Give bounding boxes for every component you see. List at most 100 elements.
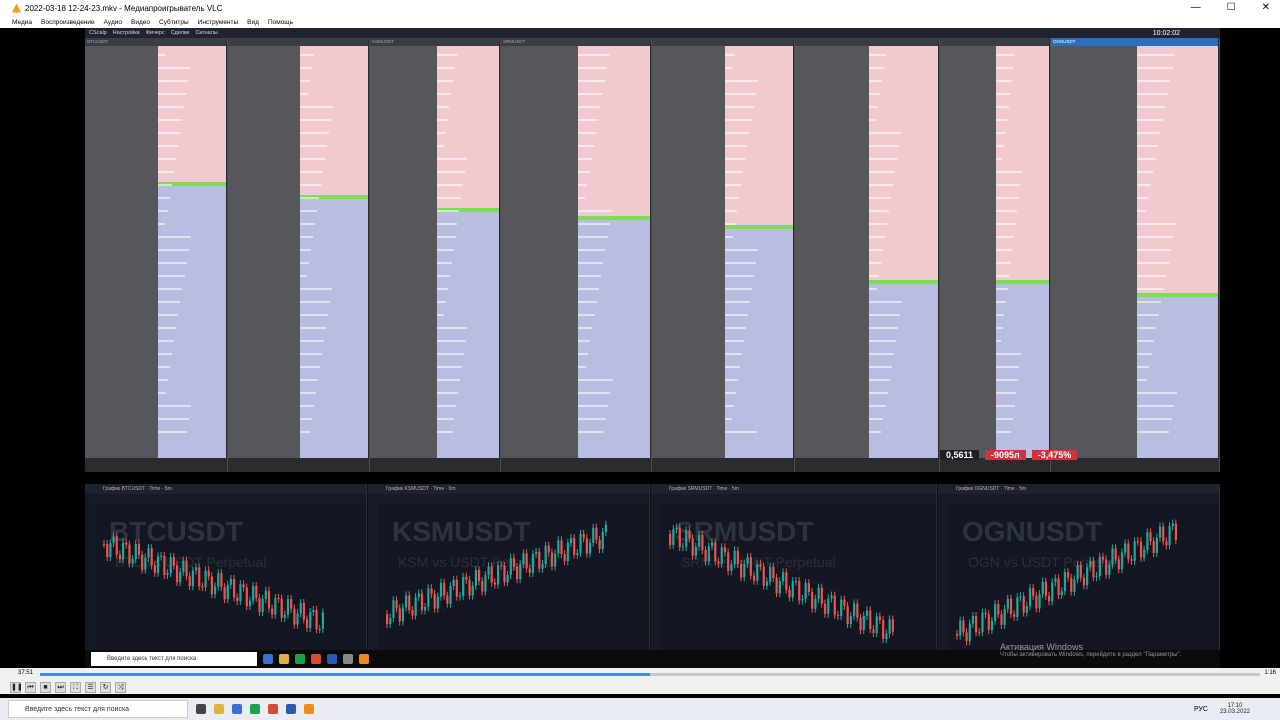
excel-icon[interactable] xyxy=(250,704,260,714)
volume-bar xyxy=(578,236,608,238)
previous-icon[interactable]: ⏮ xyxy=(25,681,36,693)
volume-bar xyxy=(996,145,1004,147)
word-icon[interactable] xyxy=(327,654,337,664)
playlist-button[interactable]: ☰ xyxy=(85,681,96,693)
candle-body xyxy=(978,632,981,634)
order-book-ladder[interactable] xyxy=(437,46,499,472)
dom-column[interactable] xyxy=(652,38,794,472)
menu-subtitles[interactable]: Субтитры xyxy=(159,19,189,26)
stop-button[interactable]: ■ xyxy=(40,681,51,693)
chart-toolbar[interactable] xyxy=(368,494,649,504)
candle-body xyxy=(125,542,128,545)
dom-tab[interactable] xyxy=(795,38,938,46)
volume-bar xyxy=(996,67,1014,69)
fullscreen-button[interactable]: ⛶ xyxy=(70,681,81,693)
column-stats xyxy=(228,458,368,472)
chart-drawing-tools[interactable] xyxy=(651,504,661,668)
inner-search-box[interactable]: Введите здесь текст для поиска xyxy=(91,652,257,666)
dom-tab[interactable]: BTCUSDT xyxy=(85,38,226,46)
chart-drawing-tools[interactable] xyxy=(85,504,95,668)
taskbar-search[interactable]: Введите здесь текст для поиска xyxy=(8,700,188,718)
seek-track[interactable] xyxy=(40,673,1260,676)
menu-video[interactable]: Видео xyxy=(131,19,150,26)
cscalp-menu-futures[interactable]: Фичерс xyxy=(146,30,165,36)
language-indicator[interactable]: РУС xyxy=(1194,706,1208,713)
chart-toolbar[interactable] xyxy=(651,494,936,504)
app-icon[interactable] xyxy=(343,654,353,664)
candle-body xyxy=(1143,549,1146,558)
loop-button[interactable]: ↻ xyxy=(100,681,111,693)
folder-icon[interactable] xyxy=(279,654,289,664)
chart-toolbar[interactable] xyxy=(938,494,1219,504)
vlc-icon[interactable] xyxy=(359,654,369,664)
dom-column[interactable] xyxy=(940,38,1050,472)
word-icon[interactable] xyxy=(286,704,296,714)
menu-tools[interactable]: Инструменты xyxy=(198,19,239,26)
menu-view[interactable]: Вид xyxy=(247,19,259,26)
seek-bar[interactable]: 37:51 1:16 xyxy=(0,668,1280,680)
chrome-icon[interactable] xyxy=(311,654,321,664)
candle-body xyxy=(417,593,420,598)
dom-tab[interactable] xyxy=(652,38,793,46)
order-book-ladder[interactable] xyxy=(158,46,226,472)
dom-tab[interactable] xyxy=(228,38,368,46)
candle-body xyxy=(226,584,229,600)
candle-body xyxy=(853,603,856,617)
excel-icon[interactable] xyxy=(295,654,305,664)
menu-media[interactable]: Медиа xyxy=(12,19,32,26)
dom-column[interactable]: OGNUSDT xyxy=(1051,38,1219,472)
next-icon[interactable]: ⏭ xyxy=(55,681,66,693)
candles-btc xyxy=(103,532,325,634)
chrome-icon[interactable] xyxy=(268,704,278,714)
vlc-icon[interactable] xyxy=(304,704,314,714)
cscalp-menu-signals[interactable]: Сигналы xyxy=(195,30,217,36)
volume-bar xyxy=(869,392,888,394)
order-book-ladder[interactable] xyxy=(869,46,938,472)
volume-bar xyxy=(725,353,742,355)
explorer-icon[interactable] xyxy=(214,704,224,714)
close-button[interactable]: ✕ xyxy=(1262,0,1270,16)
app-icon[interactable] xyxy=(263,654,273,664)
task-view-icon[interactable] xyxy=(196,704,206,714)
pause-button[interactable]: ❚❚ xyxy=(10,681,23,693)
chart-drawing-tools[interactable] xyxy=(368,504,378,668)
dom-column[interactable] xyxy=(795,38,939,472)
dom-tab[interactable] xyxy=(940,38,1049,46)
dom-column[interactable]: KSMUSDT xyxy=(370,38,500,472)
minimize-button[interactable]: — xyxy=(1191,0,1201,16)
chart-ognusdt[interactable]: График OGNUSDT · Time · 5m OGNUSDT OGN v… xyxy=(938,484,1220,668)
chart-btcusdt[interactable]: График BTCUSDT · Time · 5m BTCUSDT BTC v… xyxy=(85,484,367,668)
chart-drawing-tools[interactable] xyxy=(938,504,948,668)
cscalp-menu-settings[interactable]: Настройки xyxy=(113,30,140,36)
order-book-ladder[interactable] xyxy=(996,46,1049,472)
dom-column[interactable]: SRMUSDT xyxy=(501,38,651,472)
maximize-button[interactable]: ☐ xyxy=(1227,0,1236,16)
volume-bar xyxy=(869,301,903,303)
video-frame[interactable]: CScalp Настройки Фичерс Сделки Сигналы 1… xyxy=(0,28,1280,668)
candle-body xyxy=(405,595,408,608)
chart-ksmusdt[interactable]: График KSMUSDT · Time · 5m KSMUSDT KSM v… xyxy=(368,484,650,668)
order-book-ladder[interactable] xyxy=(300,46,368,472)
order-book-ladder[interactable] xyxy=(1137,46,1218,472)
menu-playback[interactable]: Воспроизведение xyxy=(41,19,95,26)
menu-audio[interactable]: Аудио xyxy=(104,19,122,26)
big-percent: -3,475% xyxy=(1031,450,1078,460)
order-book-ladder[interactable] xyxy=(578,46,650,472)
app-icon[interactable] xyxy=(232,704,242,714)
order-book-ladder[interactable] xyxy=(725,46,793,472)
dom-tab[interactable]: SRMUSDT xyxy=(501,38,650,46)
volume-bar xyxy=(300,236,313,238)
dom-tab[interactable]: KSMUSDT xyxy=(370,38,499,46)
dom-tab[interactable]: OGNUSDT xyxy=(1051,38,1218,46)
candle-body xyxy=(1060,591,1063,596)
dom-column[interactable]: BTCUSDT xyxy=(85,38,227,472)
shuffle-button[interactable]: ⤨ xyxy=(115,681,126,693)
candle-body xyxy=(1041,581,1044,595)
chart-toolbar[interactable] xyxy=(85,494,366,504)
candle-body xyxy=(1114,548,1117,560)
dom-column[interactable] xyxy=(228,38,369,472)
menu-help[interactable]: Помощь xyxy=(268,19,293,26)
cscalp-menu-trades[interactable]: Сделки xyxy=(171,30,190,36)
chart-srmusdt[interactable]: График SRMUSDT · Time · 5m SRMUSDT SRM v… xyxy=(651,484,937,668)
ask-zone xyxy=(1137,46,1218,293)
